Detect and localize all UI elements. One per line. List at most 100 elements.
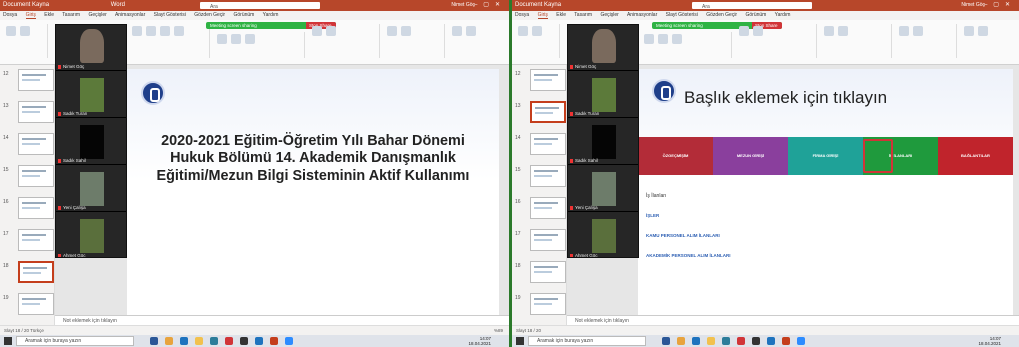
slide-thumbnail[interactable] — [18, 133, 54, 155]
link-kamu-personel[interactable]: KAMU PERSONEL ALIM İLANLARI — [646, 233, 720, 238]
tab-yardim[interactable]: Yardım — [263, 12, 279, 18]
chrome-icon[interactable] — [677, 337, 685, 345]
video-tile[interactable]: Yeni Çalışa — [56, 166, 126, 212]
window-controls[interactable]: –▢✕ — [474, 0, 506, 11]
video-tile[interactable]: Yeni Çalışa — [568, 166, 638, 212]
zoom-icon[interactable] — [797, 337, 805, 345]
slide-thumbnail-selected[interactable] — [530, 101, 566, 123]
current-slide[interactable]: 2020-2021 Eğitim-Öğretim Yılı Bahar Döne… — [127, 69, 499, 315]
paste-icon[interactable] — [6, 26, 16, 36]
slide-thumbnail[interactable] — [530, 229, 566, 251]
slide-thumbnail[interactable] — [18, 101, 54, 123]
chrome-icon[interactable] — [165, 337, 173, 345]
tab-yardim[interactable]: Yardım — [775, 12, 791, 18]
slide-thumbnail[interactable] — [530, 293, 566, 315]
windows-icon[interactable] — [516, 337, 524, 345]
bold-icon[interactable] — [132, 26, 142, 36]
search-box[interactable]: Ara — [692, 2, 812, 10]
tab-tasarim[interactable]: Tasarım — [62, 12, 80, 18]
store-icon[interactable] — [210, 337, 218, 345]
dictate-icon[interactable] — [452, 26, 462, 36]
store-icon[interactable] — [722, 337, 730, 345]
find-icon[interactable] — [899, 26, 909, 36]
windows-icon[interactable] — [4, 337, 12, 345]
replace-icon[interactable] — [401, 26, 411, 36]
dictate-icon[interactable] — [964, 26, 974, 36]
video-tile[interactable]: Sadık Turan — [56, 72, 126, 118]
underline-icon[interactable] — [160, 26, 170, 36]
task-view-icon[interactable] — [662, 337, 670, 345]
tab-gorunum[interactable]: Görünüm — [234, 12, 255, 18]
italic-icon[interactable] — [658, 34, 668, 44]
underline-icon[interactable] — [672, 34, 682, 44]
app-icon[interactable] — [767, 337, 775, 345]
cut-icon[interactable] — [20, 26, 30, 36]
find-icon[interactable] — [387, 26, 397, 36]
edge-icon[interactable] — [180, 337, 188, 345]
clock[interactable]: 14:07 18.04.2021 — [978, 336, 1001, 346]
app-icon[interactable] — [752, 337, 760, 345]
tab-animasyonlar[interactable]: Animasyonlar — [627, 12, 657, 18]
tab-animasyonlar[interactable]: Animasyonlar — [115, 12, 145, 18]
link-isler[interactable]: İŞLER — [646, 213, 659, 218]
designer-icon[interactable] — [978, 26, 988, 36]
slide-thumbnail[interactable] — [530, 197, 566, 219]
tab-gorunum[interactable]: Görünüm — [746, 12, 767, 18]
list-icon[interactable] — [753, 26, 763, 36]
slide-thumbnail[interactable] — [530, 133, 566, 155]
tab-ekle[interactable]: Ekle — [44, 12, 54, 18]
align-icon[interactable] — [739, 26, 749, 36]
slide-thumbnail[interactable] — [18, 197, 54, 219]
slide-thumbnail[interactable] — [18, 229, 54, 251]
slide-thumbnail[interactable] — [18, 69, 54, 91]
tab-gecisler[interactable]: Geçişler — [88, 12, 106, 18]
paste-icon[interactable] — [518, 26, 528, 36]
clock[interactable]: 14:07 18.04.2021 — [468, 336, 491, 346]
tab-gecisler[interactable]: Geçişler — [600, 12, 618, 18]
list-icon[interactable] — [231, 34, 241, 44]
tab-dosya[interactable]: Dosya — [515, 12, 529, 18]
tab-dosya[interactable]: Dosya — [3, 12, 17, 18]
edge-icon[interactable] — [692, 337, 700, 345]
video-tile[interactable]: Sadık Sahil — [568, 119, 638, 165]
video-tile[interactable]: Sadık Sahil — [56, 119, 126, 165]
nav-ozgecmisim[interactable]: ÖZGEÇMİŞİM — [638, 137, 713, 175]
replace-icon[interactable] — [913, 26, 923, 36]
font-color-icon[interactable] — [174, 26, 184, 36]
bold-icon[interactable] — [644, 34, 654, 44]
explorer-icon[interactable] — [707, 337, 715, 345]
notes-pane[interactable]: Not eklemek için tıklayın — [567, 315, 1019, 325]
slide-thumbnail[interactable] — [530, 165, 566, 187]
italic-icon[interactable] — [146, 26, 156, 36]
powerpoint-icon[interactable] — [782, 337, 790, 345]
user-name[interactable]: Nimet Göç — [961, 0, 985, 11]
powerpoint-icon[interactable] — [270, 337, 278, 345]
app-icon[interactable] — [240, 337, 248, 345]
tab-gozden-gecir[interactable]: Gözden Geçir — [194, 12, 225, 18]
tab-slayt-gosterisi[interactable]: Slayt Gösterisi — [154, 12, 186, 18]
tab-ekle[interactable]: Ekle — [556, 12, 566, 18]
taskbar-search[interactable]: Aramak için buraya yazın — [16, 336, 134, 346]
tab-gozden-gecir[interactable]: Gözden Geçir — [706, 12, 737, 18]
video-tile[interactable]: Ahmet Göç — [568, 213, 638, 257]
notes-pane[interactable]: Not eklemek için tıklayın — [55, 315, 509, 325]
link-akademik-personel[interactable]: AKADEMİK PERSONEL ALIM İLANLARI — [646, 253, 731, 258]
cut-icon[interactable] — [532, 26, 542, 36]
tab-giris[interactable]: Giriş — [537, 12, 548, 19]
current-slide[interactable]: Başlık eklemek için tıklayın ÖZGEÇMİŞİM … — [638, 69, 1013, 315]
video-tile[interactable]: Nimet Göç — [568, 25, 638, 71]
app-icon[interactable] — [225, 337, 233, 345]
video-tile[interactable]: Nimet Göç — [56, 25, 126, 71]
slide-thumbnail-selected[interactable] — [18, 261, 54, 283]
app-icon[interactable] — [255, 337, 263, 345]
zoom-icon[interactable] — [285, 337, 293, 345]
tab-giris[interactable]: Giriş — [25, 12, 36, 19]
search-box[interactable]: Ara — [200, 2, 320, 10]
arrange-icon[interactable] — [326, 26, 336, 36]
slide-thumbnail[interactable] — [530, 261, 566, 283]
task-view-icon[interactable] — [150, 337, 158, 345]
nav-firma-girisi[interactable]: FİRMA GİRİŞİ — [788, 137, 863, 175]
taskbar-search[interactable]: Aramak için buraya yazın — [528, 336, 646, 346]
tab-tasarim[interactable]: Tasarım — [574, 12, 592, 18]
align-icon[interactable] — [217, 34, 227, 44]
